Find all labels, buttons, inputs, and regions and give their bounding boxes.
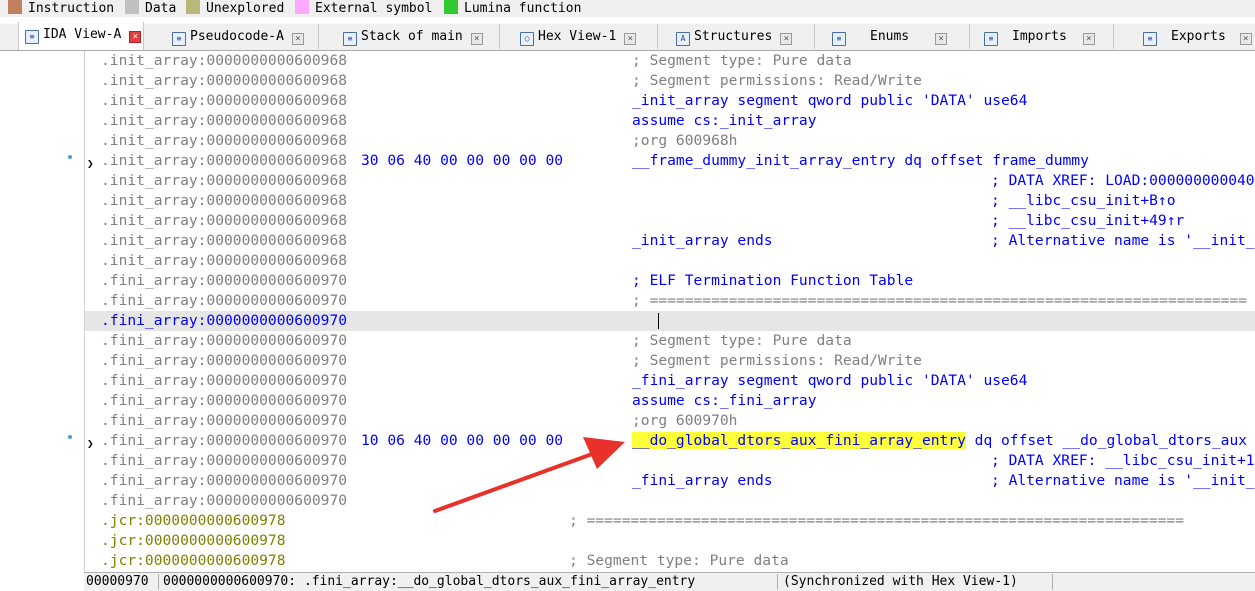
tab-imports[interactable]: ≡ Imports × bbox=[978, 24, 1114, 49]
lumina-swatch-icon bbox=[444, 0, 458, 14]
close-icon[interactable]: × bbox=[935, 33, 948, 45]
bullet-marker-icon bbox=[68, 435, 72, 439]
tab-label: Stack of main bbox=[361, 29, 463, 44]
legend-lumina-function: Lumina function bbox=[444, 0, 581, 17]
status-offset: 00000970 bbox=[86, 574, 149, 589]
disassembly-icon: ≡ bbox=[25, 30, 39, 44]
legend-label: Unexplored bbox=[206, 1, 285, 16]
data-swatch-icon bbox=[125, 0, 139, 14]
legend-data: Data bbox=[125, 0, 176, 17]
status-sync: (Synchronized with Hex View-1) bbox=[783, 574, 1018, 589]
unexplored-swatch-icon bbox=[186, 0, 200, 14]
legend-label: Data bbox=[145, 1, 177, 16]
legend-label: Instruction bbox=[28, 1, 115, 16]
tab-label: Enums bbox=[870, 29, 910, 44]
tab-bar: ≡ IDA View-A × ≡ Pseudocode-A × ≡ Stack of ma… bbox=[0, 22, 1255, 51]
tab-label: Structures bbox=[694, 29, 773, 44]
legend-label: External symbol bbox=[315, 1, 433, 16]
status-location: 0000000000600970: .fini_array:__do_globa… bbox=[163, 574, 696, 589]
close-icon[interactable]: × bbox=[291, 33, 304, 45]
close-icon[interactable]: × bbox=[1082, 33, 1095, 45]
tab-label: Hex View-1 bbox=[538, 29, 617, 44]
external-symbol-swatch-icon bbox=[295, 0, 309, 14]
legend-bar: Instruction Data Unexplored External sym… bbox=[0, 0, 1255, 17]
legend-external-symbol: External symbol bbox=[295, 0, 432, 17]
status-divider bbox=[777, 574, 778, 590]
stack-icon: ≡ bbox=[343, 32, 357, 46]
close-icon[interactable]: × bbox=[1239, 33, 1252, 45]
annotation-arrow-icon bbox=[433, 437, 625, 513]
disassembly-listing[interactable]: .init_array:0000000000600968; Segment ty… bbox=[84, 51, 1255, 572]
tab-hex-view-1[interactable]: ○ Hex View-1 × bbox=[514, 24, 658, 49]
close-icon[interactable]: × bbox=[780, 33, 793, 45]
tab-stack-of-main[interactable]: ≡ Stack of main × bbox=[337, 24, 500, 49]
exports-icon: ≡ bbox=[1143, 32, 1157, 46]
legend-unexplored: Unexplored bbox=[186, 0, 284, 17]
status-divider bbox=[1052, 574, 1053, 590]
tab-enums[interactable]: ≡ Enums × bbox=[826, 24, 970, 49]
close-icon[interactable]: × bbox=[624, 33, 637, 45]
enums-icon: ≡ bbox=[832, 32, 846, 46]
legend-label: Lumina function bbox=[464, 1, 582, 16]
tab-ida-view-a[interactable]: ≡ IDA View-A × bbox=[18, 22, 144, 50]
close-icon[interactable]: × bbox=[129, 31, 142, 43]
legend-instruction: Instruction bbox=[8, 0, 114, 17]
tab-label: IDA View-A bbox=[43, 27, 122, 42]
tab-exports[interactable]: ≡ Exports × bbox=[1137, 24, 1255, 49]
imports-icon: ≡ bbox=[984, 32, 998, 46]
tab-label: Imports bbox=[1012, 29, 1067, 44]
structures-icon: A bbox=[676, 32, 690, 46]
status-divider bbox=[158, 574, 159, 590]
close-icon[interactable]: × bbox=[470, 33, 483, 45]
tab-structures[interactable]: A Structures × bbox=[670, 24, 815, 49]
tab-pseudocode-a[interactable]: ≡ Pseudocode-A × bbox=[166, 24, 319, 49]
tab-label: Pseudocode-A bbox=[190, 29, 284, 44]
status-bar: 00000970 0000000000600970: .fini_array:_… bbox=[84, 572, 1255, 591]
tab-label: Exports bbox=[1171, 29, 1226, 44]
pseudocode-icon: ≡ bbox=[172, 32, 186, 46]
hex-icon: ○ bbox=[520, 32, 534, 46]
gutter[interactable] bbox=[0, 51, 84, 572]
bullet-marker-icon bbox=[68, 155, 72, 159]
instruction-swatch-icon bbox=[8, 0, 22, 14]
